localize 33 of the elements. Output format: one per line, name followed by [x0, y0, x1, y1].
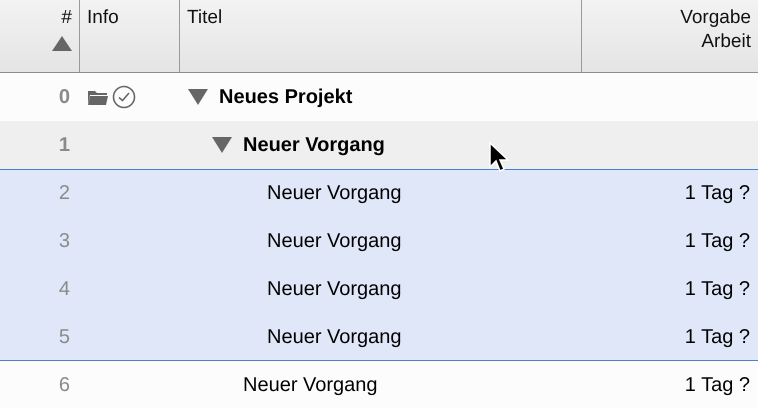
work-value: 1 Tag ?	[684, 326, 751, 348]
task-title: Neues Projekt	[219, 86, 352, 108]
task-title: Neuer Vorgang	[267, 230, 402, 252]
task-title: Neuer Vorgang	[267, 278, 402, 300]
table-row[interactable]: 5 Neuer Vorgang 1 Tag ?	[0, 313, 758, 361]
work-value: 1 Tag ?	[684, 182, 751, 204]
column-header[interactable]: Titel	[179, 0, 581, 72]
column-header[interactable]: Vorgabe Arbeit	[581, 0, 758, 72]
work-value: 1 Tag ?	[684, 374, 751, 396]
row-number: 6	[58, 374, 71, 396]
row-number: 1	[58, 134, 71, 156]
task-title: Neuer Vorgang	[243, 374, 378, 396]
expanded-triangle-icon[interactable]	[188, 89, 208, 105]
task-title: Neuer Vorgang	[267, 326, 402, 348]
mouse-pointer-icon	[488, 141, 510, 175]
work-value: 1 Tag ?	[684, 278, 751, 300]
row-number: 0	[58, 86, 71, 108]
task-title: Neuer Vorgang	[243, 134, 385, 156]
expanded-triangle-icon[interactable]	[212, 137, 232, 153]
row-number: 2	[58, 182, 71, 204]
column-header[interactable]: Info	[79, 0, 179, 72]
table-row[interactable]: 4 Neuer Vorgang 1 Tag ?	[0, 265, 758, 313]
row-number: 3	[58, 230, 71, 252]
row-number: 5	[58, 326, 71, 348]
table-row[interactable]: 2 Neuer Vorgang 1 Tag ?	[0, 169, 758, 217]
row-number: 4	[58, 278, 71, 300]
folder-icon	[87, 88, 109, 106]
task-title: Neuer Vorgang	[267, 182, 402, 204]
table-row[interactable]: 1 Neuer Vorgang	[0, 121, 758, 169]
work-value: 1 Tag ?	[684, 230, 751, 252]
table-row[interactable]: 3 Neuer Vorgang 1 Tag ?	[0, 217, 758, 265]
sort-ascending-icon	[52, 36, 72, 51]
column-header[interactable]: #	[0, 0, 79, 72]
